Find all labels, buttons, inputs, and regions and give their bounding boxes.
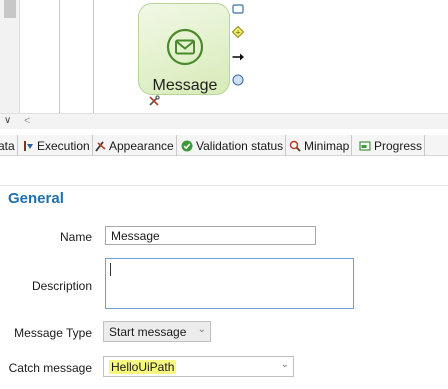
catch-message-select[interactable]: HelloUiPath ⌄ — [103, 356, 294, 377]
tab-label: Validation status — [196, 138, 284, 153]
event-circle-icon[interactable] — [232, 74, 244, 86]
task-label: Message — [152, 77, 218, 94]
envelope-icon — [166, 28, 204, 66]
execution-icon — [22, 140, 34, 152]
wrench-icon[interactable] — [148, 95, 160, 107]
progress-icon — [359, 140, 371, 152]
tab-appearance[interactable]: Appearance — [92, 135, 177, 156]
message-type-value: Start message — [109, 325, 187, 339]
name-value: Message — [111, 229, 160, 243]
tab-label: Execution — [37, 138, 90, 153]
tab-label: Appearance — [109, 138, 174, 153]
tab-progress[interactable]: Progress — [357, 135, 426, 156]
validation-check-icon — [181, 140, 193, 152]
task-shape-icon[interactable] — [232, 3, 244, 15]
chevron-down-icon[interactable]: ∨ — [4, 115, 11, 126]
vertical-scrollbar[interactable] — [0, 0, 20, 113]
chevron-down-icon: ⌄ — [280, 359, 289, 370]
message-type-select[interactable]: Start message ⌄ — [103, 321, 211, 342]
chevron-left-icon[interactable]: < — [24, 115, 30, 127]
name-field[interactable]: Message — [105, 226, 316, 245]
view-tab-bar: ata Execution Appearance Validation stat… — [0, 135, 448, 156]
message-task-node[interactable]: Message — [138, 3, 230, 95]
lane-divider — [59, 0, 60, 113]
tab-validation-status[interactable]: Validation status — [179, 135, 287, 156]
magnifier-icon — [289, 140, 301, 152]
tab-execution[interactable]: Execution — [20, 135, 93, 156]
tab-data[interactable]: ata — [0, 135, 18, 156]
tab-label: Minimap — [304, 138, 350, 153]
properties-header-area — [0, 156, 448, 186]
section-title: General — [8, 190, 64, 207]
description-textarea[interactable] — [105, 258, 354, 309]
sequence-flow-arrow-icon[interactable] — [232, 51, 244, 63]
text-caret — [110, 263, 111, 276]
svg-text:+: + — [235, 29, 241, 37]
tab-minimap[interactable]: Minimap — [287, 135, 353, 156]
horizontal-scrollbar[interactable]: ∨ < — [0, 113, 448, 129]
gateway-icon[interactable]: + — [232, 26, 244, 38]
tab-label: Progress — [374, 138, 423, 153]
scrollbar-thumb[interactable] — [4, 0, 16, 18]
catch-message-value: HelloUiPath — [109, 360, 177, 374]
appearance-icon — [94, 140, 106, 152]
diagram-canvas[interactable]: Message + — [0, 0, 448, 113]
description-label: Description — [31, 279, 92, 293]
tab-label: ata — [0, 138, 15, 153]
catch-message-label: Catch message — [8, 361, 92, 375]
chevron-down-icon: ⌄ — [197, 324, 206, 335]
lane-divider — [93, 0, 94, 113]
message-type-label: Message Type — [14, 326, 92, 340]
name-label: Name — [59, 230, 92, 244]
